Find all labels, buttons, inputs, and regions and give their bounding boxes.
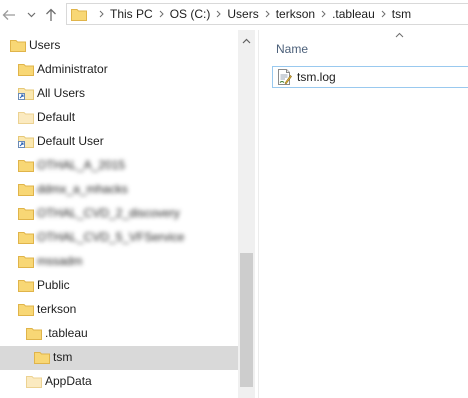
folder-icon: [18, 254, 34, 268]
breadcrumb-tsm[interactable]: tsm: [392, 7, 411, 21]
breadcrumb-terkson[interactable]: terkson: [276, 7, 315, 21]
scrollbar-thumb[interactable]: [240, 253, 253, 387]
navigation-bar: This PC OS (C:) Users terkson .tableau t…: [0, 0, 468, 30]
breadcrumb-users[interactable]: Users: [227, 7, 258, 21]
chevron-right-icon[interactable]: [321, 10, 326, 18]
tree-item-all-users[interactable]: All Users: [0, 82, 238, 106]
sort-ascending-icon[interactable]: [395, 32, 404, 38]
tree-item-blurred-2[interactable]: ddmx_a_mhacks: [0, 178, 238, 202]
folder-light-icon: [26, 374, 42, 388]
tree-item-blurred-1[interactable]: OTHAL_A_2015: [0, 154, 238, 178]
tree-item-label: AppData: [45, 374, 92, 388]
tree-item-label: mssadm: [37, 254, 83, 268]
tree-item-default-user[interactable]: Default User: [0, 130, 238, 154]
tree-item-label: All Users: [37, 86, 86, 100]
address-bar[interactable]: This PC OS (C:) Users terkson .tableau t…: [66, 3, 468, 25]
tree-item-label: ddmx_a_mhacks: [37, 182, 128, 196]
breadcrumb-os-drive[interactable]: OS (C:): [170, 7, 211, 21]
tree-item-blurred-5[interactable]: mssadm: [0, 250, 238, 274]
tree-item-blurred-4[interactable]: OTHAL_CVD_5_VFService: [0, 226, 238, 250]
tree-item-blurred-3[interactable]: OTHAL_CVD_2_discovery: [0, 202, 238, 226]
folder-shortcut-icon: [18, 134, 34, 148]
chevron-right-icon[interactable]: [265, 10, 270, 18]
tree-item-label: OTHAL_CVD_5_VFService: [37, 230, 185, 244]
tree-item-label: OTHAL_CVD_2_discovery: [37, 206, 180, 220]
folder-icon: [26, 326, 42, 340]
folder-icon: [18, 206, 34, 220]
file-list-pane: Name tsm.log: [262, 30, 468, 398]
tree-item-label: Default: [37, 110, 76, 124]
folder-icon: [18, 182, 34, 196]
chevron-right-icon[interactable]: [381, 10, 386, 18]
tree-item-administrator[interactable]: Administrator: [0, 58, 238, 82]
breadcrumb-this-pc[interactable]: This PC: [110, 7, 153, 21]
tree-item-tableau[interactable]: .tableau: [0, 322, 238, 346]
log-file-icon: [276, 69, 292, 85]
tree-item-label: Default User: [37, 134, 104, 148]
folder-icon: [34, 350, 50, 364]
folder-icon: [18, 278, 34, 292]
chevron-right-icon[interactable]: [99, 10, 104, 18]
tree-item-label: Public: [37, 278, 70, 292]
tree-item-label: OTHAL_A_2015: [37, 158, 126, 172]
tree-item-default[interactable]: Default: [0, 106, 238, 130]
up-arrow-icon[interactable]: [42, 5, 60, 25]
folder-icon: [18, 158, 34, 172]
tree-item-label: .tableau: [45, 326, 88, 340]
chevron-right-icon[interactable]: [159, 10, 164, 18]
breadcrumb-tableau[interactable]: .tableau: [332, 7, 375, 21]
column-header-name[interactable]: Name: [276, 42, 308, 56]
navigation-tree: Users Administrator All Users Default De…: [0, 30, 238, 398]
folder-icon: [71, 7, 87, 21]
tree-item-label: Administrator: [37, 62, 108, 76]
tree-scrollbar[interactable]: [238, 30, 255, 398]
folder-icon: [10, 38, 26, 52]
folder-icon: [18, 230, 34, 244]
tree-item-label: tsm: [53, 350, 73, 364]
file-name: tsm.log: [297, 70, 336, 84]
tree-item-public[interactable]: Public: [0, 274, 238, 298]
tree-item-appdata[interactable]: AppData: [0, 370, 238, 394]
tree-item-label: terkson: [37, 302, 77, 316]
recent-locations-dropdown-icon[interactable]: [22, 5, 40, 25]
folder-icon: [18, 302, 34, 316]
chevron-right-icon[interactable]: [216, 10, 222, 18]
file-item-tsm-log[interactable]: tsm.log: [272, 66, 468, 88]
folder-icon: [18, 62, 34, 76]
back-arrow-icon[interactable]: [0, 5, 18, 25]
pane-divider[interactable]: [258, 30, 259, 398]
tree-item-users[interactable]: Users: [0, 34, 238, 58]
folder-shortcut-icon: [18, 86, 34, 100]
folder-light-icon: [18, 110, 34, 124]
tree-item-tsm[interactable]: tsm: [0, 346, 238, 370]
scroll-up-arrow-icon[interactable]: [238, 34, 255, 48]
tree-item-terkson[interactable]: terkson: [0, 298, 238, 322]
tree-item-label: Users: [29, 38, 61, 52]
